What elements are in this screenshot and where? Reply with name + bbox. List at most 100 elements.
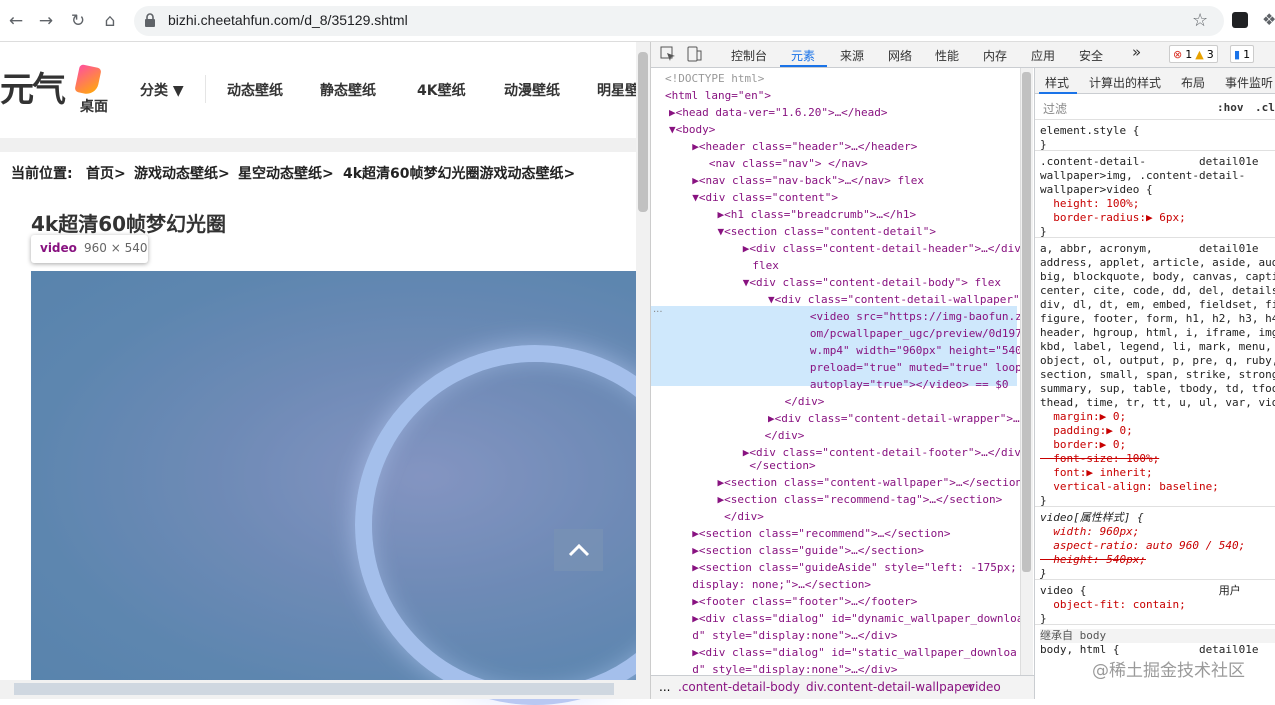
inspect-element-icon[interactable]: [660, 46, 676, 62]
breadcrumb-star[interactable]: 星空动态壁纸>: [238, 163, 334, 183]
style-line[interactable]: kbd, label, legend, li, mark, menu,: [1040, 340, 1272, 354]
style-line[interactable]: video { 用户: [1040, 584, 1241, 598]
puzzle-icon[interactable]: ❖: [1262, 10, 1275, 29]
reload-icon[interactable]: ↻: [66, 9, 90, 33]
tree-line[interactable]: <html lang="en">: [665, 87, 771, 104]
tree-line[interactable]: <nav class="nav"> </nav>: [689, 155, 868, 172]
elements-scrollbar-thumb[interactable]: [1022, 72, 1031, 572]
issue-badges[interactable]: ⊗ 1 ▲ 3: [1169, 45, 1218, 63]
tree-line[interactable]: <video src="https://img-baofun.zhhainiao…: [737, 308, 1020, 325]
breadcrumb-home[interactable]: 首页>: [86, 163, 126, 183]
tree-line[interactable]: flex: [706, 257, 779, 274]
home-icon[interactable]: ⌂: [98, 9, 122, 33]
crumb-body[interactable]: .content-detail-body: [678, 680, 800, 694]
crumb-wallpaper[interactable]: div.content-detail-wallpaper: [806, 680, 974, 694]
elements-tree[interactable]: <!DOCTYPE html> <html lang="en"> ▶<head da…: [651, 68, 1020, 675]
tree-line[interactable]: ▶<header class="header">…</header>: [679, 138, 917, 155]
style-line[interactable]: margin:▶ 0;: [1040, 410, 1126, 424]
tree-line[interactable]: d" style="display:none">…</div>: [679, 661, 897, 675]
breadcrumb-current[interactable]: 4k超清60帧梦幻光圈游戏动态壁纸>: [343, 163, 575, 183]
tab-security[interactable]: 安全: [1079, 47, 1103, 64]
tree-line[interactable]: ▶<section class="recommend">…</section>: [679, 525, 950, 542]
tab-network[interactable]: 网络: [888, 47, 912, 64]
page-scrollbar-thumb[interactable]: [638, 52, 648, 212]
category-menu[interactable]: 分类 ▼: [140, 80, 184, 100]
breadcrumb-game[interactable]: 游戏动态壁纸>: [134, 163, 230, 183]
nav-item-star[interactable]: 明星壁: [597, 80, 639, 100]
filter-input[interactable]: 过滤: [1043, 100, 1067, 117]
tree-line[interactable]: ▶<div class="content-detail-wrapper">…</…: [715, 410, 1020, 427]
tree-line[interactable]: ▶<footer class="footer">…</footer>: [679, 593, 917, 610]
device-toolbar-icon[interactable]: [686, 46, 702, 62]
style-line[interactable]: height: 100%;: [1040, 197, 1139, 211]
tree-line[interactable]: preload="true" muted="true" loop="true": [737, 359, 1020, 376]
style-line[interactable]: address, applet, article, aside, aud: [1040, 256, 1275, 270]
tree-line[interactable]: </div>: [725, 393, 825, 410]
tree-line[interactable]: ▶<section class="content-wallpaper">…</s…: [691, 474, 1020, 491]
event-listeners-tab[interactable]: 事件监听: [1225, 74, 1273, 91]
message-badge[interactable]: ▮ 1: [1230, 45, 1255, 63]
tree-line[interactable]: ▼<body>: [669, 121, 715, 138]
lock-icon[interactable]: [144, 12, 156, 28]
style-line[interactable]: wallpaper>img, .content-detail-: [1040, 169, 1245, 183]
crumb-more[interactable]: ...: [659, 680, 670, 694]
tab-sources[interactable]: 来源: [840, 47, 864, 64]
forward-icon[interactable]: →: [34, 9, 58, 33]
tree-line[interactable]: w.mp4" width="960px" height="540px": [737, 342, 1020, 359]
layout-tab[interactable]: 布局: [1181, 74, 1205, 91]
tab-memory[interactable]: 内存: [983, 47, 1007, 64]
cls-toggle[interactable]: .cls: [1255, 101, 1275, 114]
tree-line[interactable]: </div>: [705, 427, 805, 444]
style-line[interactable]: wallpaper>video {: [1040, 183, 1153, 197]
style-line[interactable]: summary, sup, table, tbody, td, tfoo: [1040, 382, 1275, 396]
tree-line[interactable]: ▶<div class="dialog" id="dynamic_wallpap…: [679, 610, 1020, 627]
tree-line[interactable]: ▶<h1 class="breadcrumb">…</h1>: [691, 206, 916, 223]
tab-performance[interactable]: 性能: [935, 47, 959, 64]
style-line[interactable]: div, dl, dt, em, embed, fieldset, fi: [1040, 298, 1275, 312]
back-icon[interactable]: ←: [4, 9, 28, 33]
tree-line[interactable]: ▶<section class="guideAside" style="left…: [679, 559, 1017, 576]
tab-elements[interactable]: 元素: [791, 47, 815, 64]
tree-line[interactable]: autoplay="true"></video> == $0: [737, 376, 1009, 393]
style-line[interactable]: thead, time, tr, tt, u, ul, var, vid: [1040, 396, 1275, 410]
style-line[interactable]: big, blockquote, body, canvas, capti: [1040, 270, 1275, 284]
style-line[interactable]: video[属性样式] {: [1040, 511, 1144, 525]
style-line[interactable]: header, hgroup, html, i, iframe, img: [1040, 326, 1275, 340]
tree-line[interactable]: d" style="display:none">…</div>: [679, 627, 897, 644]
style-line[interactable]: border:▶ 0;: [1040, 438, 1126, 452]
url-text[interactable]: bizhi.cheetahfun.com/d_8/35129.shtml: [168, 12, 408, 28]
nav-item-dynamic[interactable]: 动态壁纸: [227, 80, 283, 100]
tree-line[interactable]: ▼<div class="content">: [679, 189, 838, 206]
style-line[interactable]: .content-detail- detail01e: [1040, 155, 1259, 169]
style-line[interactable]: 继承自 body: [1040, 629, 1275, 643]
style-line[interactable]: border-radius:▶ 6px;: [1040, 211, 1185, 225]
style-line[interactable]: vertical-align: baseline;: [1040, 480, 1219, 494]
tree-line[interactable]: ▶<div class="dialog" id="static_wallpape…: [679, 644, 1017, 661]
nav-item-4k[interactable]: 4K壁纸: [417, 80, 466, 100]
style-line[interactable]: aspect-ratio: auto 960 / 540;: [1040, 539, 1245, 553]
extension-icon[interactable]: [1232, 12, 1248, 28]
tree-line[interactable]: ▼<div class="content-detail-wallpaper">: [715, 291, 1020, 308]
horizontal-scrollbar-thumb[interactable]: [14, 683, 614, 695]
style-line[interactable]: figure, footer, form, h1, h2, h3, h4: [1040, 312, 1275, 326]
tree-line[interactable]: ▶<div class="content-detail-header">…</d…: [703, 240, 1020, 257]
tree-line[interactable]: ▶<section class="guide">…</section>: [679, 542, 924, 559]
crumb-video[interactable]: video: [968, 680, 1001, 694]
tree-line[interactable]: om/pcwallpaper_ugc/preview/0d19781… prev…: [737, 325, 1020, 342]
tab-application[interactable]: 应用: [1031, 47, 1055, 64]
style-line[interactable]: element.style {: [1040, 124, 1139, 138]
back-to-top-button[interactable]: [554, 529, 603, 571]
hov-toggle[interactable]: :hov: [1217, 101, 1244, 114]
style-line[interactable]: padding:▶ 0;: [1040, 424, 1132, 438]
nav-item-anime[interactable]: 动漫壁纸: [504, 80, 560, 100]
tree-line[interactable]: </div>: [691, 508, 764, 525]
tree-line[interactable]: ▶<nav class="nav-back">…</nav> flex: [679, 172, 924, 189]
style-line[interactable]: object, ol, output, p, pre, q, ruby,: [1040, 354, 1275, 368]
style-line[interactable]: object-fit: contain;: [1040, 598, 1185, 612]
style-line[interactable]: width: 960px;: [1040, 525, 1139, 539]
tree-line[interactable]: ▶<section class="recommend-tag">…</secti…: [691, 491, 1002, 508]
more-tabs-icon[interactable]: »: [1132, 43, 1141, 61]
nav-item-static[interactable]: 静态壁纸: [320, 80, 376, 100]
style-line[interactable]: height: 540px;: [1040, 553, 1146, 567]
style-line[interactable]: center, cite, code, dd, del, details: [1040, 284, 1275, 298]
